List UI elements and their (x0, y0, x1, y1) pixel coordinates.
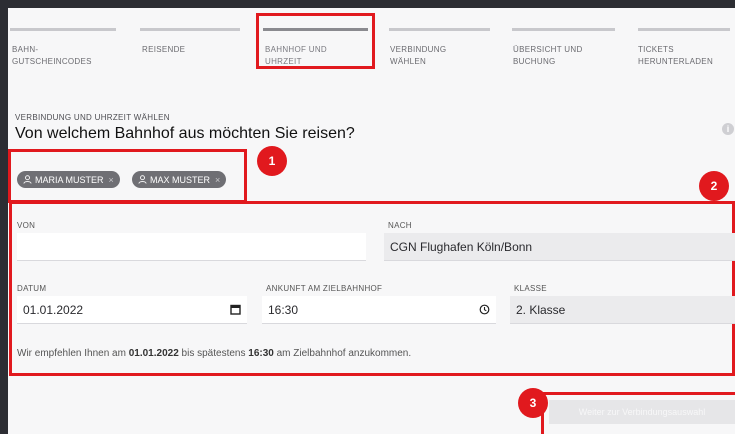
datum-input[interactable]: 01.01.2022 (17, 296, 247, 324)
klasse-value: 2. Klasse (516, 302, 566, 317)
annotation-badge-1: 1 (257, 146, 287, 176)
ankunft-value: 16:30 (268, 302, 299, 317)
clock-icon[interactable] (479, 304, 490, 315)
section-caption: VERBINDUNG UND UHRZEIT WÄHLEN (15, 113, 170, 122)
remove-icon[interactable]: × (109, 175, 114, 185)
continue-button[interactable]: Weiter zur Verbindungsauswahl (549, 400, 735, 424)
hint-text: am Zielbahnhof anzukommen. (273, 348, 412, 359)
remove-icon[interactable]: × (215, 175, 220, 185)
step-bar (10, 28, 116, 31)
step-bar (140, 28, 240, 31)
person-icon (23, 175, 32, 184)
traveller-chip[interactable]: MARIA MUSTER × (17, 171, 120, 188)
ankunft-label: ANKUNFT AM ZIELBAHNHOF (266, 284, 383, 293)
person-icon (138, 175, 147, 184)
booking-panel: BAHN- GUTSCHEINCODES REISENDE BAHNHOF UN… (8, 8, 735, 434)
nach-input[interactable]: CGN Flughafen Köln/Bonn (384, 233, 735, 261)
datum-value: 01.01.2022 (23, 302, 84, 317)
step-bar (389, 28, 490, 31)
von-input[interactable] (17, 233, 366, 261)
hint-time: 16:30 (248, 348, 274, 359)
step-uebersicht-buchung: ÜBERSICHT UND BUCHUNG (513, 45, 583, 66)
nach-value: CGN Flughafen Köln/Bonn (390, 239, 533, 254)
info-icon[interactable]: i (722, 123, 734, 135)
ankunft-input[interactable]: 16:30 (262, 296, 496, 324)
datum-label: DATUM (17, 284, 47, 293)
traveller-name: MARIA MUSTER (35, 174, 104, 185)
traveller-name: MAX MUSTER (150, 174, 211, 185)
von-label: VON (17, 221, 36, 230)
step-bar (512, 28, 615, 31)
klasse-label: KLASSE (514, 284, 547, 293)
step-verbindung-waehlen: VERBINDUNG WÄHLEN (390, 45, 447, 66)
step-bar (638, 28, 730, 31)
highlight-active-step (256, 13, 375, 69)
step-tickets-herunterladen: TICKETS HERUNTERLADEN (638, 45, 714, 66)
traveller-chip[interactable]: MAX MUSTER × (132, 171, 227, 188)
step-reisende[interactable]: REISENDE (142, 44, 185, 56)
nach-label: NACH (388, 221, 412, 230)
hint-date: 01.01.2022 (128, 348, 179, 359)
annotation-badge-2: 2 (699, 171, 729, 201)
calendar-icon[interactable] (230, 304, 241, 315)
annotation-badge-3: 3 (518, 388, 548, 418)
klasse-select[interactable]: 2. Klasse (510, 296, 735, 324)
page-heading: Von welchem Bahnhof aus möchten Sie reis… (15, 125, 355, 142)
hint-text: Wir empfehlen Ihnen am (17, 348, 129, 359)
hint-text: bis spätestens (178, 348, 249, 359)
step-gutscheincodes[interactable]: BAHN- GUTSCHEINCODES (12, 44, 92, 68)
arrival-hint: Wir empfehlen Ihnen am 01.01.2022 bis sp… (17, 348, 411, 359)
